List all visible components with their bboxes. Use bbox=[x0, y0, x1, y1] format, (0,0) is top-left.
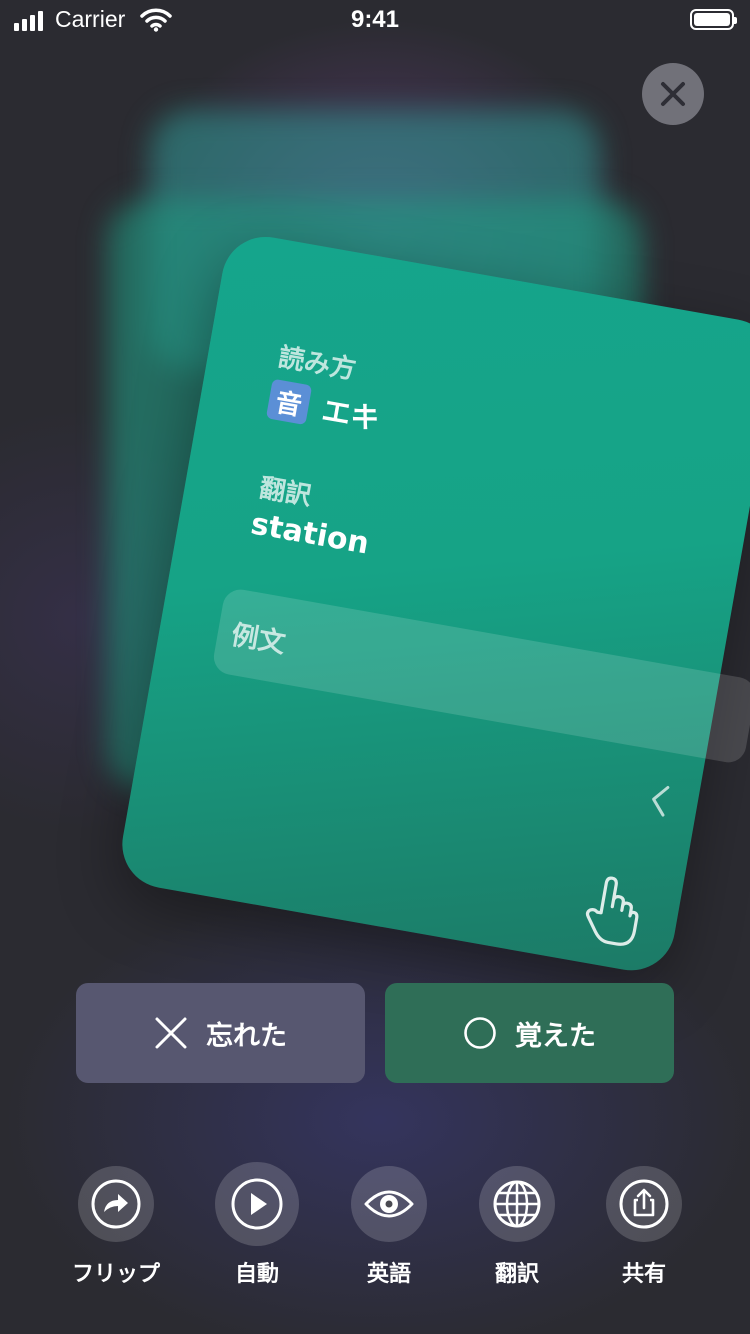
battery-icon bbox=[690, 9, 737, 30]
bottom-toolbar: フリップ 自動 英語 翻訳 共有 bbox=[0, 1160, 750, 1290]
reading-row: 音 エキ bbox=[265, 378, 384, 439]
forgot-button[interactable]: 忘れた bbox=[76, 983, 365, 1083]
learned-button[interactable]: 覚えた bbox=[385, 983, 674, 1083]
chevron-left-icon[interactable] bbox=[647, 782, 673, 819]
status-bar: Carrier 9:41 bbox=[0, 0, 750, 40]
translation-toolbar-label: 翻訳 bbox=[494, 1262, 539, 1287]
close-button[interactable] bbox=[642, 63, 704, 125]
english-toggle-button[interactable]: 英語 bbox=[334, 1166, 444, 1288]
play-icon bbox=[231, 1178, 283, 1230]
answer-actions: 忘れた 覚えた bbox=[76, 983, 674, 1083]
eye-icon bbox=[364, 1190, 414, 1218]
auto-label: 自動 bbox=[234, 1262, 279, 1287]
flip-label: フリップ bbox=[71, 1262, 160, 1287]
flashcard[interactable]: 読み方 音 エキ 翻訳 station 例文 bbox=[115, 230, 750, 978]
share-icon bbox=[619, 1179, 669, 1229]
audio-badge[interactable]: 音 bbox=[265, 378, 313, 426]
example-sentence-section[interactable]: 例文 bbox=[211, 586, 750, 766]
translation-value: station bbox=[248, 506, 372, 562]
example-label: 例文 bbox=[229, 619, 288, 660]
learned-label: 覚えた bbox=[515, 1020, 596, 1052]
clock: 9:41 bbox=[350, 6, 400, 33]
tap-hand-icon bbox=[585, 876, 639, 946]
reading-value: エキ bbox=[319, 392, 383, 437]
reading-label: 読み方 bbox=[276, 342, 359, 386]
translation-label: 翻訳 bbox=[257, 473, 314, 512]
globe-icon bbox=[493, 1180, 541, 1228]
flip-icon bbox=[91, 1179, 141, 1229]
share-button[interactable]: 共有 bbox=[589, 1166, 699, 1288]
auto-play-button[interactable]: 自動 bbox=[202, 1162, 312, 1288]
close-icon bbox=[661, 82, 685, 106]
circle-icon bbox=[464, 1017, 496, 1049]
share-label: 共有 bbox=[621, 1262, 666, 1287]
forgot-label: 忘れた bbox=[206, 1020, 287, 1052]
translation-toggle-button[interactable]: 翻訳 bbox=[462, 1166, 572, 1288]
english-label: 英語 bbox=[366, 1262, 411, 1287]
cross-icon bbox=[155, 1017, 187, 1049]
flip-button[interactable]: フリップ bbox=[61, 1166, 171, 1288]
